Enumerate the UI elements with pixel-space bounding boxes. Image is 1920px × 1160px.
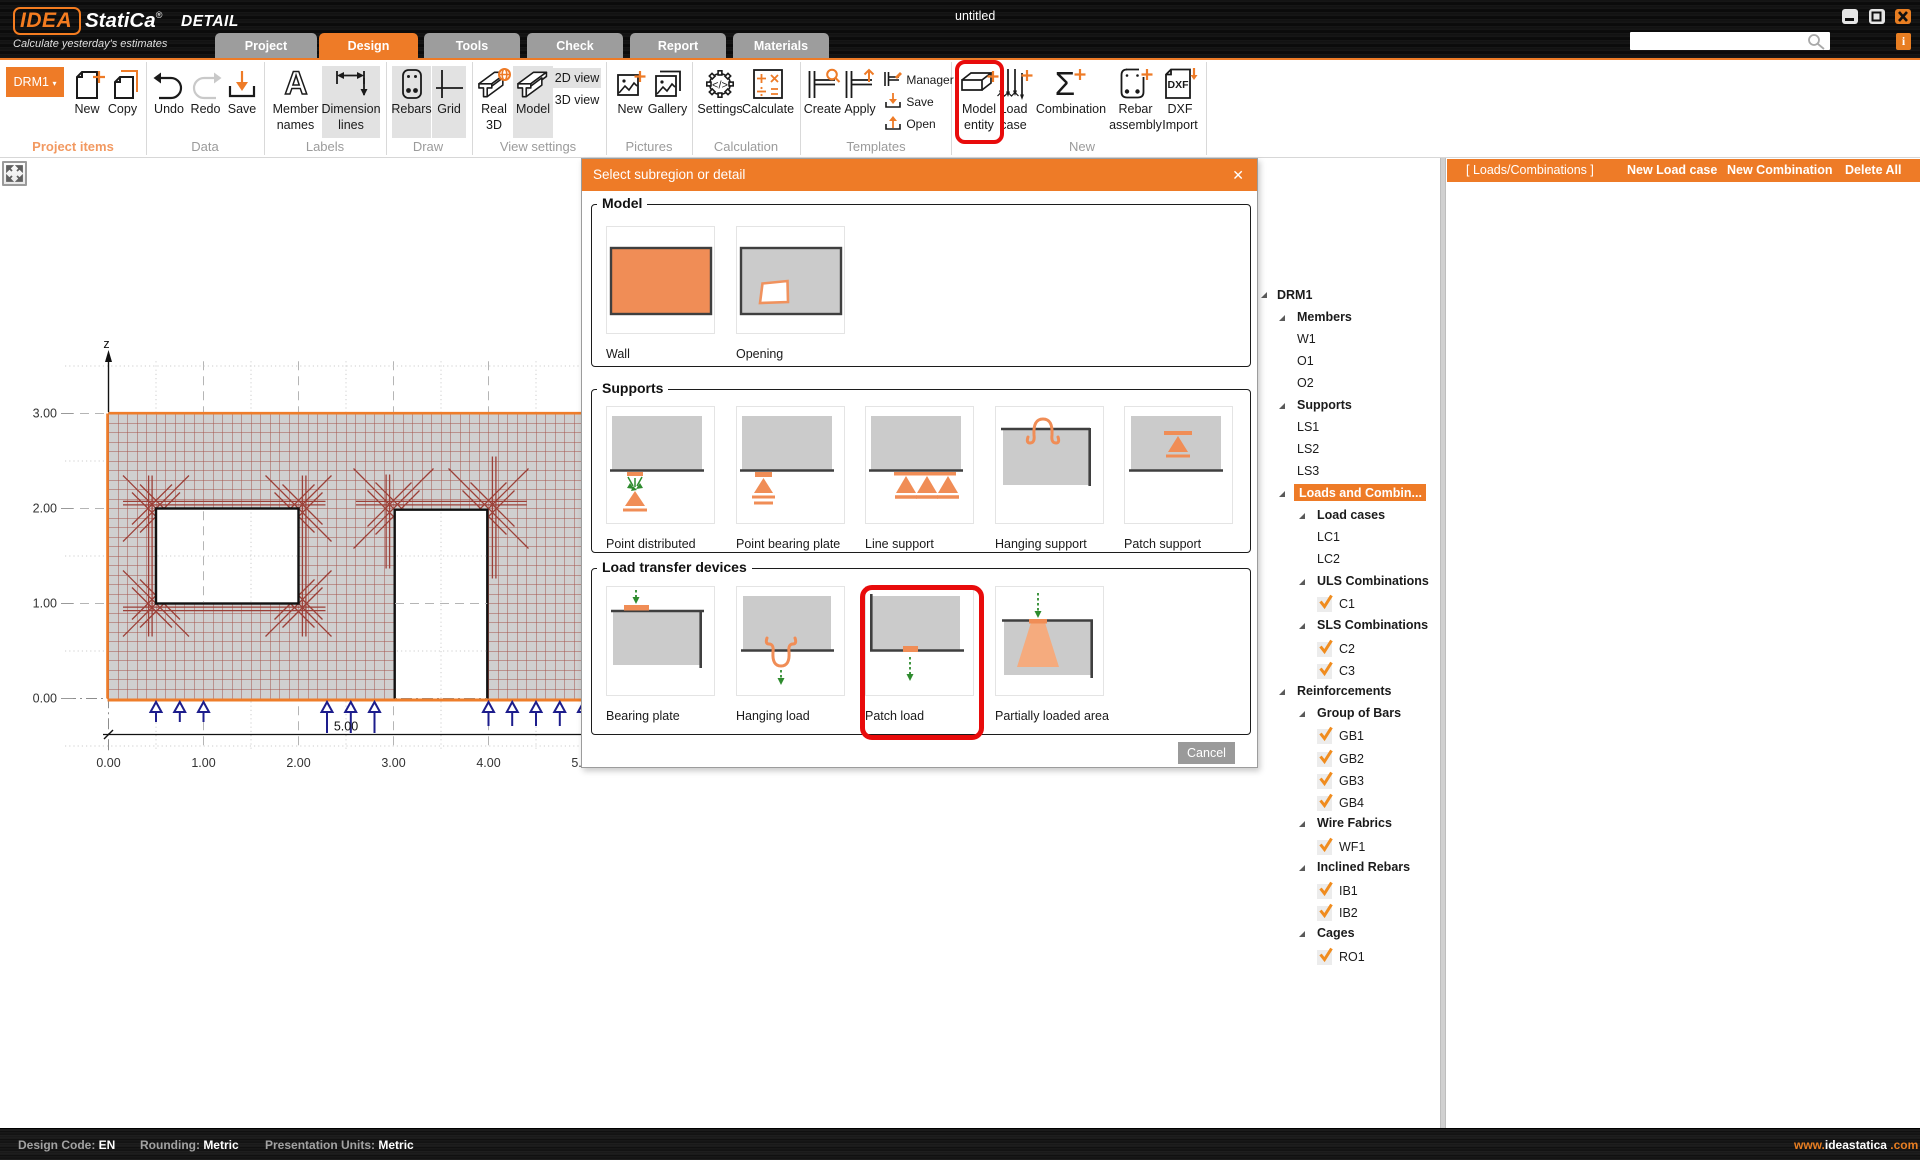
svg-text:5.00: 5.00 bbox=[334, 720, 358, 734]
svg-text:Σ: Σ bbox=[1055, 65, 1075, 102]
svg-text:DXF: DXF bbox=[1168, 79, 1190, 91]
svg-text:0.00: 0.00 bbox=[96, 756, 120, 770]
svg-text:2.00: 2.00 bbox=[286, 756, 310, 770]
svg-text:4.00: 4.00 bbox=[476, 756, 500, 770]
svg-text:1.00: 1.00 bbox=[191, 756, 215, 770]
svg-text:3.00: 3.00 bbox=[33, 407, 57, 421]
svg-text:</>: </> bbox=[712, 80, 728, 92]
svg-text:A: A bbox=[284, 65, 307, 101]
svg-text:3.00: 3.00 bbox=[381, 756, 405, 770]
svg-text:z: z bbox=[103, 337, 109, 351]
svg-text:1.00: 1.00 bbox=[33, 597, 57, 611]
svg-text:0.00: 0.00 bbox=[33, 692, 57, 706]
svg-text:2.00: 2.00 bbox=[33, 502, 57, 516]
